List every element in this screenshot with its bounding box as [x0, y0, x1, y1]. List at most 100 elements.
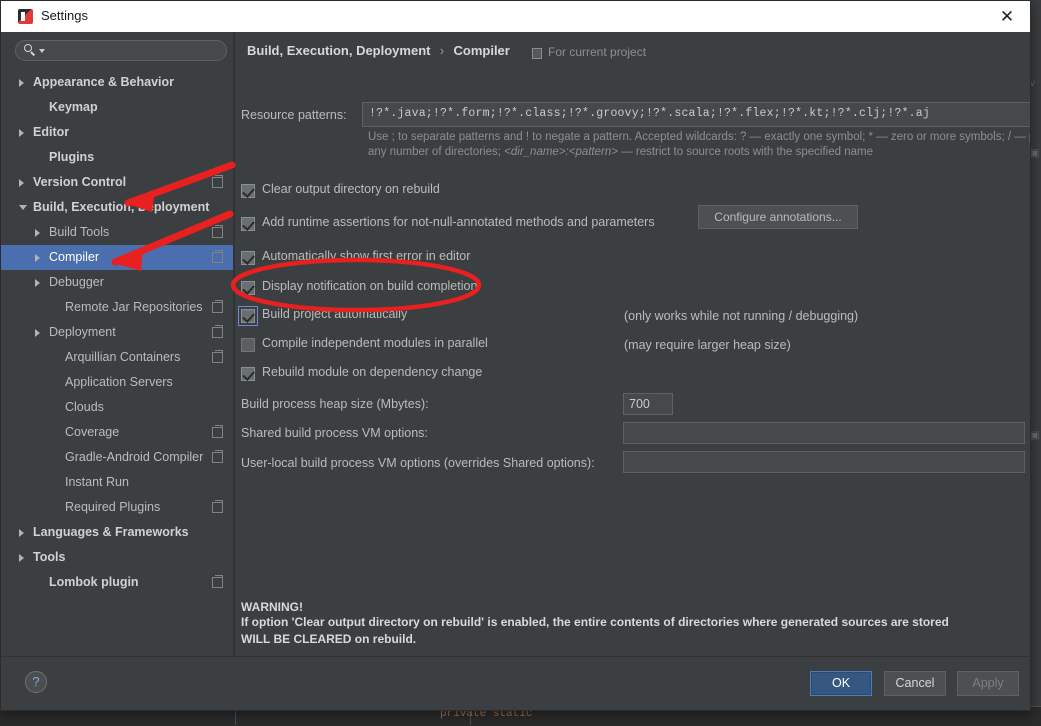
sidebar-item-label: Version Control — [33, 175, 127, 189]
warning-title: WARNING! — [241, 600, 303, 614]
checkbox-label: Add runtime assertions for not-null-anno… — [262, 215, 655, 229]
cancel-button[interactable]: Cancel — [884, 671, 946, 696]
breadcrumb-separator: › — [439, 43, 445, 58]
sidebar-item-tools[interactable]: Tools — [1, 545, 233, 570]
checkbox-icon[interactable] — [241, 367, 255, 381]
configure-annotations-button[interactable]: Configure annotations... — [698, 205, 858, 229]
sidebar-item-coverage[interactable]: Coverage — [1, 420, 233, 445]
warning-block: WARNING! If option 'Clear output directo… — [241, 600, 1030, 648]
chevron-right-icon[interactable] — [19, 129, 24, 137]
checkbox-icon[interactable] — [241, 184, 255, 198]
chevron-right-icon[interactable] — [35, 279, 40, 287]
sidebar-item-label: Appearance & Behavior — [33, 75, 175, 89]
dialog-title: Settings — [41, 8, 88, 23]
ok-button[interactable]: OK — [810, 671, 872, 696]
checkbox-label: Clear output directory on rebuild — [262, 182, 440, 196]
chevron-right-icon[interactable] — [35, 329, 40, 337]
sidebar-item-appearance-behavior[interactable]: Appearance & Behavior — [1, 70, 233, 95]
chevron-down-icon[interactable] — [39, 49, 45, 53]
chevron-right-icon[interactable] — [19, 529, 24, 537]
sidebar-item-label: Instant Run — [65, 475, 129, 489]
sidebar-item-label: Languages & Frameworks — [33, 525, 189, 539]
sidebar-item-label: Lombok plugin — [49, 575, 139, 589]
warning-line-2: WILL BE CLEARED on rebuild. — [241, 632, 417, 646]
bg-right-glyph: ▣ — [1030, 148, 1040, 159]
copy-settings-icon[interactable] — [212, 450, 223, 463]
chevron-right-icon[interactable] — [35, 229, 40, 237]
copy-settings-icon[interactable] — [212, 225, 223, 238]
sidebar-item-required-plugins[interactable]: Required Plugins — [1, 495, 233, 520]
copy-settings-icon[interactable] — [212, 325, 223, 338]
userlocal-vm-options-input[interactable] — [623, 451, 1025, 473]
chevron-right-icon[interactable] — [19, 79, 24, 87]
help-button[interactable]: ? — [25, 671, 47, 693]
heap-size-input[interactable] — [623, 393, 673, 415]
apply-button[interactable]: Apply — [957, 671, 1019, 696]
checkbox-icon[interactable] — [241, 338, 255, 352]
sidebar-item-label: Remote Jar Repositories — [65, 300, 203, 314]
sidebar-item-lombok-plugin[interactable]: Lombok plugin — [1, 570, 233, 595]
sidebar-item-label: Compiler — [49, 250, 100, 264]
settings-tree[interactable]: Appearance & Behavior Keymap Editor Plugins… — [1, 70, 233, 657]
sidebar-item-version-control[interactable]: Version Control — [1, 170, 233, 195]
copy-settings-icon[interactable] — [212, 425, 223, 438]
chevron-right-icon[interactable] — [19, 554, 24, 562]
ide-background-right-column: v ▣ ▣ — [1030, 0, 1041, 700]
checkbox-icon[interactable] — [241, 251, 255, 265]
field-label: Shared build process VM options: — [241, 426, 428, 440]
sidebar-item-arquillian-containers[interactable]: Arquillian Containers — [1, 345, 233, 370]
sidebar-item-clouds[interactable]: Clouds — [1, 395, 233, 420]
sidebar-item-label: Coverage — [65, 425, 120, 439]
checkbox-label: Compile independent modules in parallel — [262, 336, 488, 350]
dialog-titlebar: Settings ✕ — [1, 1, 1030, 33]
checkbox-label: Display notification on build completion — [262, 279, 478, 293]
sidebar-item-compiler[interactable]: Compiler — [1, 245, 233, 270]
chevron-right-icon[interactable] — [19, 179, 24, 187]
resource-patterns-field[interactable]: !?*.java;!?*.form;!?*.class;!?*.groovy;!… — [362, 102, 1030, 127]
settings-dialog: Settings ✕ Appearance & Behavior Keymap Ed… — [0, 0, 1031, 711]
copy-settings-icon[interactable] — [212, 250, 223, 263]
dialog-footer: ? OK Cancel Apply — [1, 656, 1030, 710]
checkbox-label: Rebuild module on dependency change — [262, 365, 483, 379]
close-icon[interactable]: ✕ — [992, 5, 1022, 29]
resource-patterns-hint-dir: <dir_name>:<pattern> — [504, 146, 618, 158]
compiler-settings-panel: Build, Execution, Deployment › Compiler … — [235, 32, 1030, 657]
copy-settings-icon[interactable] — [212, 500, 223, 513]
checkbox-icon[interactable] — [241, 281, 255, 295]
sidebar-item-plugins[interactable]: Plugins — [1, 145, 233, 170]
search-input[interactable] — [50, 42, 226, 61]
checkbox-label: Build project automatically — [262, 307, 408, 321]
search-box[interactable] — [15, 40, 227, 61]
project-scope-label: For current project — [548, 45, 647, 59]
sidebar-item-build-tools[interactable]: Build Tools — [1, 220, 233, 245]
sidebar-item-remote-jar-repositories[interactable]: Remote Jar Repositories — [1, 295, 233, 320]
sidebar-item-instant-run[interactable]: Instant Run — [1, 470, 233, 495]
sidebar-item-debugger[interactable]: Debugger — [1, 270, 233, 295]
sidebar-item-keymap[interactable]: Keymap — [1, 95, 233, 120]
resource-patterns-value[interactable]: !?*.java;!?*.form;!?*.class;!?*.groovy;!… — [369, 107, 1030, 120]
sidebar-item-label: Plugins — [49, 150, 95, 164]
sidebar-item-label: Application Servers — [65, 375, 173, 389]
copy-settings-icon[interactable] — [212, 300, 223, 313]
checkbox-label: Automatically show first error in editor — [262, 249, 471, 263]
shared-vm-options-input[interactable] — [623, 422, 1025, 444]
checkbox-icon[interactable] — [238, 306, 258, 326]
dialog-body: Appearance & Behavior Keymap Editor Plugins… — [1, 32, 1030, 657]
sidebar-item-application-servers[interactable]: Application Servers — [1, 370, 233, 395]
copy-settings-icon[interactable] — [212, 175, 223, 188]
sidebar-item-label: Tools — [33, 550, 66, 564]
chevron-right-icon[interactable] — [35, 254, 40, 262]
sidebar-item-editor[interactable]: Editor — [1, 120, 233, 145]
sidebar-item-deployment[interactable]: Deployment — [1, 320, 233, 345]
sidebar-item-languages-frameworks[interactable]: Languages & Frameworks — [1, 520, 233, 545]
copy-settings-icon[interactable] — [212, 350, 223, 363]
bg-right-glyph: ▣ — [1030, 430, 1040, 441]
sidebar-item-gradle-android-compiler[interactable]: Gradle-Android Compiler — [1, 445, 233, 470]
sidebar-item-label: Build Tools — [49, 225, 110, 239]
copy-settings-icon[interactable] — [212, 575, 223, 588]
resource-patterns-hint-part2: — restrict to source roots with the spec… — [617, 146, 873, 158]
checkbox-icon[interactable] — [241, 217, 255, 231]
sidebar-item-build-execution-deployment[interactable]: Build, Execution, Deployment — [1, 195, 233, 220]
chevron-down-icon[interactable] — [19, 205, 27, 210]
breadcrumb-root[interactable]: Build, Execution, Deployment — [247, 43, 430, 58]
